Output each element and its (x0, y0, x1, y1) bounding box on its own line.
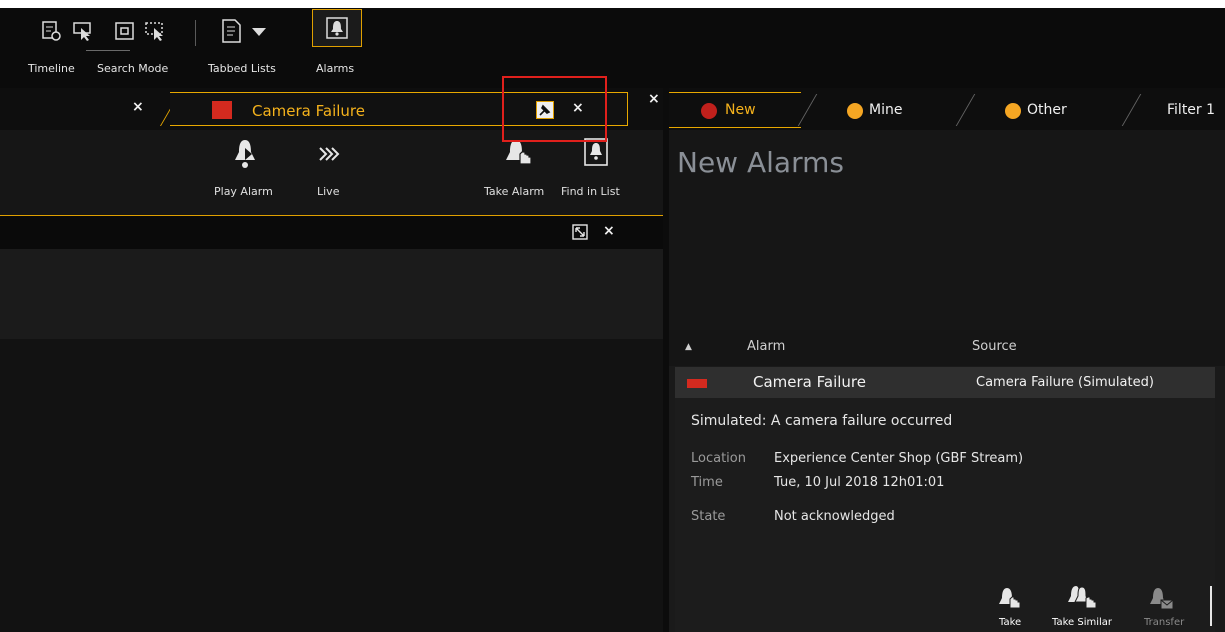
find-in-list-label: Find in List (561, 185, 620, 198)
alarm-action-bar: Play Alarm Live Take Alarm Find in List (0, 130, 665, 215)
location-label: Location (691, 451, 746, 466)
alarm-details-pane: Simulated: A camera failure occurred Loc… (675, 398, 1215, 632)
play-alarm-icon (235, 140, 255, 168)
viewer-close-button[interactable]: × (603, 223, 615, 239)
time-label: Time (691, 475, 723, 490)
alarm-filter-tabs: New Mine Other Filter 1 (669, 88, 1225, 130)
tab-filter-1[interactable]: Filter 1 (1167, 96, 1225, 126)
tab-filter-1-label: Filter 1 (1167, 102, 1216, 118)
play-alarm-label: Play Alarm (214, 185, 273, 198)
tab-divider (1121, 94, 1142, 126)
alarm-list-header-area: New Alarms (669, 130, 1225, 330)
video-viewer-header: × (0, 215, 664, 250)
toolbar-divider (1210, 586, 1212, 626)
location-value: Experience Center Shop (GBF Stream) (774, 451, 1024, 466)
chevron-down-icon[interactable] (252, 28, 266, 36)
tabbed-lists-icon (222, 19, 241, 43)
find-in-list-icon (584, 138, 608, 166)
column-header-source[interactable]: Source (972, 339, 1017, 354)
take-similar-icon (1068, 586, 1097, 609)
frame-select-icon (115, 22, 134, 40)
active-tab-title: Camera Failure (252, 102, 365, 120)
video-viewer-area[interactable] (0, 249, 664, 339)
maximize-icon[interactable] (572, 224, 588, 240)
state-label: State (691, 509, 726, 524)
toolbar-alarms-label: Alarms (316, 62, 355, 75)
inactive-tab-close-button[interactable]: × (132, 99, 144, 115)
toolbar-tabbed-lists-label: Tabbed Lists (208, 62, 276, 75)
toolbar-search-mode-label: Search Mode (97, 62, 169, 75)
toolbar-timeline-label: Timeline (28, 62, 75, 75)
pointer-select-icon (73, 22, 91, 41)
take-label: Take (999, 617, 1022, 628)
take-icon (999, 588, 1021, 609)
toolbar-alarms-button[interactable] (312, 9, 362, 47)
transfer-icon (1150, 588, 1174, 610)
live-label: Live (317, 185, 340, 198)
row-alarm-source: Camera Failure (Simulated) (976, 375, 1154, 390)
status-dot-red (701, 103, 717, 119)
time-value: Tue, 10 Jul 2018 12h01:01 (774, 475, 945, 490)
alarm-table-header: ▲ Alarm Source (669, 330, 1225, 366)
toolbar-search-mode[interactable]: Search Mode (86, 8, 187, 88)
region-select-icon (145, 22, 163, 41)
tab-new[interactable]: New (701, 96, 791, 126)
highlight-box (502, 76, 607, 142)
toolbar-tabbed-lists[interactable]: Tabbed Lists (208, 8, 293, 88)
tab-other-label: Other (1027, 102, 1067, 118)
toolbar-separator (195, 20, 196, 46)
column-header-alarm[interactable]: Alarm (747, 339, 785, 354)
alarm-priority-swatch (687, 379, 707, 388)
status-dot-orange (847, 103, 863, 119)
take-alarm-label: Take Alarm (484, 185, 545, 198)
state-value: Not acknowledged (774, 509, 895, 524)
alarm-description: Simulated: A camera failure occurred (691, 413, 953, 429)
top-margin (0, 0, 1225, 8)
tab-mine[interactable]: Mine (847, 96, 937, 126)
toolbar-timeline[interactable]: Timeline (0, 8, 91, 88)
page-title: New Alarms (677, 146, 844, 179)
row-alarm-name: Camera Failure (753, 373, 866, 391)
tab-other[interactable]: Other (1005, 96, 1095, 126)
tab-new-label: New (725, 102, 756, 118)
tab-mine-label: Mine (869, 102, 903, 118)
alarms-bell-icon (326, 17, 348, 39)
search-mode-underline (86, 50, 130, 51)
timeline-icon (42, 21, 61, 41)
alarm-color-swatch (212, 101, 232, 119)
live-icon (319, 147, 340, 161)
main-toolbar: Timeline Search Mode Tabbed Lists Alarms (0, 8, 1225, 88)
status-dot-orange (1005, 103, 1021, 119)
workspace-empty-area (0, 339, 664, 632)
panel-close-button[interactable]: × (648, 91, 660, 107)
tab-divider (955, 94, 976, 126)
table-row[interactable]: Camera Failure Camera Failure (Simulated… (675, 367, 1215, 398)
take-similar-label: Take Similar (1052, 617, 1113, 628)
transfer-label: Transfer (1144, 617, 1185, 628)
take-alarm-icon (506, 140, 532, 165)
sort-ascending-icon[interactable]: ▲ (685, 342, 692, 352)
